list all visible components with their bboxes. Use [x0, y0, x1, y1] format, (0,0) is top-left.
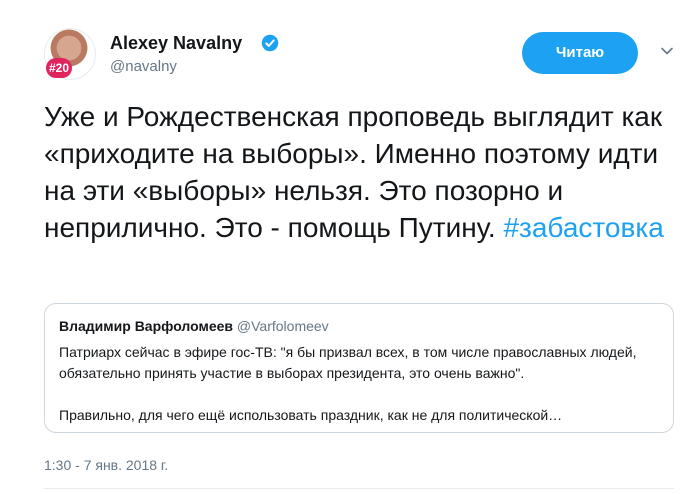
- verified-badge-icon: [261, 34, 279, 52]
- tweet-text: Уже и Рождественская проповедь выглядит …: [44, 98, 674, 246]
- hashtag-link[interactable]: #забастовка: [503, 212, 663, 243]
- quoted-author-name: Владимир Варфоломеев: [59, 318, 234, 334]
- following-button[interactable]: Читаю: [522, 32, 638, 74]
- quoted-tweet-body: Патриарх сейчас в эфире гос-ТВ: "я бы пр…: [59, 342, 659, 426]
- quoted-tweet-header: Владимир Варфоломеев @Varfolomeev: [59, 318, 329, 334]
- avatar-badge: #20: [46, 58, 72, 78]
- divider: [44, 488, 674, 489]
- quoted-tweet-paragraph: Патриарх сейчас в эфире гос-ТВ: "я бы пр…: [59, 344, 637, 381]
- quoted-tweet[interactable]: Владимир Варфоломеев @Varfolomeev Патриа…: [44, 303, 674, 433]
- quoted-author-handle: @Varfolomeev: [236, 318, 329, 334]
- tweet-timestamp[interactable]: 1:30 - 7 янв. 2018 г.: [44, 457, 168, 473]
- author-name[interactable]: Alexey Navalny: [110, 33, 242, 54]
- chevron-down-icon[interactable]: [660, 44, 674, 58]
- author-handle[interactable]: @navalny: [110, 58, 177, 75]
- quoted-tweet-paragraph: Правильно, для чего ещё использовать пра…: [59, 407, 563, 423]
